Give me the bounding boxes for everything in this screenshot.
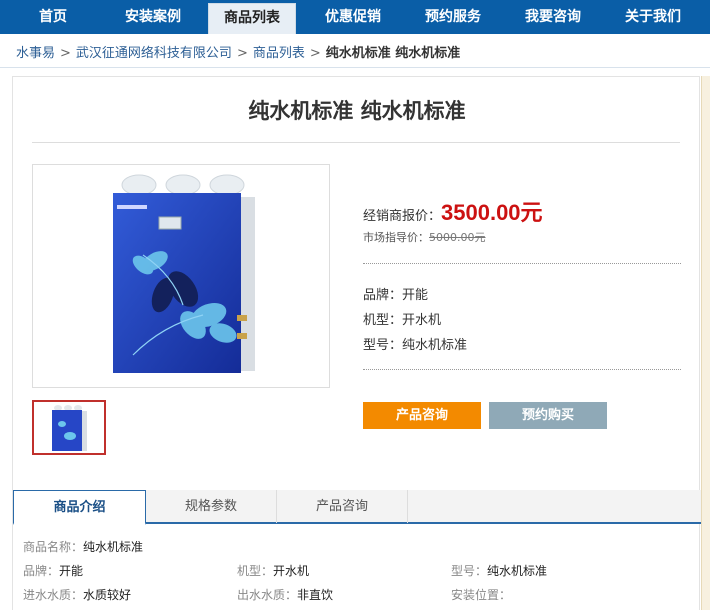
water-purifier-image [33,165,329,387]
info-value: 开水机 [273,564,310,578]
info-type: 机型：开水机 [237,562,309,579]
nav-item-about[interactable]: 关于我们 [612,0,694,34]
breadcrumb-separator: > [309,46,321,61]
product-title: 纯水机标准 纯水机标准 [248,99,466,123]
nav-item-consult[interactable]: 我要咨询 [512,0,594,34]
tab-product-intro[interactable]: 商品介绍 [13,490,146,525]
divider [363,369,681,370]
dealer-price-value: 3500.00元 [441,200,543,225]
spec-model-label: 型号： [363,338,403,353]
spec-brand: 品牌：开能 [363,284,428,303]
info-brand: 品牌：开能 [23,562,83,579]
info-label: 品牌： [23,564,60,578]
info-value: 开能 [59,564,84,578]
nav-item-home[interactable]: 首页 [18,0,88,34]
spec-type: 机型：开水机 [363,309,441,328]
info-label: 商品名称： [23,540,84,554]
divider [363,263,681,264]
info-inlet-quality: 进水水质：水质较好 [23,586,131,603]
detail-tabs: 商品介绍 规格参数 产品咨询 [13,490,701,525]
spec-brand-label: 品牌： [363,288,403,303]
info-value: 水质较好 [83,588,132,602]
top-nav: 首页 安装案例 商品列表 优惠促销 预约服务 我要咨询 关于我们 [0,0,710,34]
breadcrumb-link-home[interactable]: 水事易 [16,46,55,61]
info-value: 纯水机标准 [83,540,144,554]
thumbnail-image [34,402,104,453]
product-main-image[interactable] [32,164,330,388]
breadcrumb: 水事易 > 武汉征通网络科技有限公司 > 商品列表 > 纯水机标准 纯水机标准 [0,40,710,68]
info-outlet-quality: 出水水质：非直饮 [237,586,333,603]
title-divider [32,142,680,143]
dealer-price-label: 经销商报价： [363,209,442,224]
breadcrumb-link-company[interactable]: 武汉征通网络科技有限公司 [76,46,232,61]
spec-brand-value: 开能 [402,288,429,303]
tab-specifications[interactable]: 规格参数 [146,490,277,523]
product-thumbnail[interactable] [32,400,106,455]
nav-item-booking[interactable]: 预约服务 [412,0,494,34]
price-row: 经销商报价：3500.00元 [363,195,543,227]
reserve-purchase-button[interactable]: 预约购买 [489,402,607,429]
info-label: 出水水质： [237,588,298,602]
market-price-row: 市场指导价：5000.00元 [363,229,486,245]
breadcrumb-separator: > [60,46,71,61]
spec-type-label: 机型： [363,313,403,328]
spec-type-value: 开水机 [402,313,442,328]
breadcrumb-link-products[interactable]: 商品列表 [253,46,305,61]
right-side-strip [701,76,710,610]
market-price-value: 5000.00元 [429,231,486,244]
spec-model-value: 纯水机标准 [402,338,468,353]
nav-item-products[interactable]: 商品列表 [208,3,296,34]
info-value: 非直饮 [297,588,334,602]
spec-model: 型号：纯水机标准 [363,334,467,353]
product-consult-button[interactable]: 产品咨询 [363,402,481,429]
product-panel: 纯水机标准 纯水机标准 经销商报价：3500.00元 市场指导价：5000.00… [12,76,701,610]
market-price-label: 市场指导价： [363,231,429,244]
info-label: 型号： [451,564,488,578]
nav-item-cases[interactable]: 安装案例 [112,0,194,34]
info-label: 进水水质： [23,588,84,602]
breadcrumb-current: 纯水机标准 纯水机标准 [325,46,461,61]
tab-product-consult[interactable]: 产品咨询 [277,490,408,523]
info-label: 机型： [237,564,274,578]
nav-item-promotions[interactable]: 优惠促销 [312,0,394,34]
info-install-location: 安装位置： [451,586,511,603]
info-model: 型号：纯水机标准 [451,562,547,579]
breadcrumb-separator: > [236,46,248,61]
info-value: 纯水机标准 [487,564,548,578]
info-label: 安装位置： [451,588,512,602]
info-product-name: 商品名称：纯水机标准 [23,538,143,555]
